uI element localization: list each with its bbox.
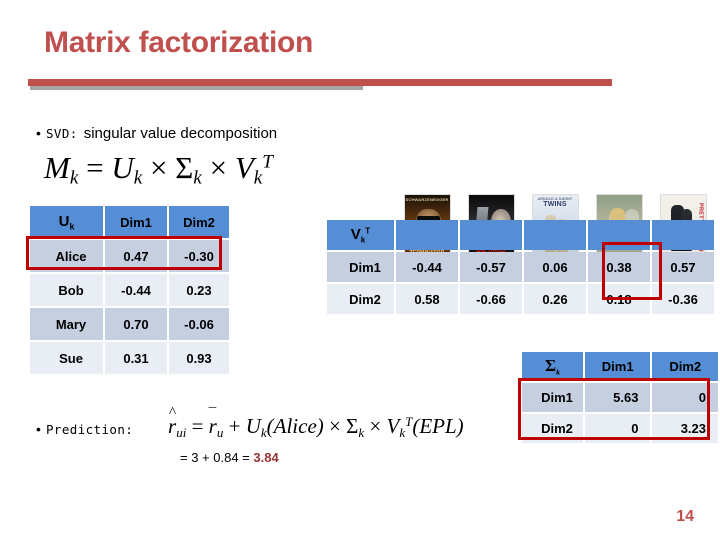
table-row: Mary 0.70 -0.06 xyxy=(30,308,229,340)
u-table-corner-base: U xyxy=(58,212,70,230)
u-table-header-dim2: Dim2 xyxy=(169,206,229,238)
svd-formula-u: U xyxy=(111,150,134,185)
title-underline-rule xyxy=(28,79,612,86)
u-cell-bob-dim2: 0.23 xyxy=(186,282,212,298)
u-row-label-sue: Sue xyxy=(59,350,83,366)
bullet-prediction-keyword: Prediction: xyxy=(46,422,134,437)
u-cell-sue-dim2: 0.93 xyxy=(186,350,212,366)
v-table-corner-base: V xyxy=(350,225,361,243)
title-underline-shadow xyxy=(30,86,363,90)
sigma-table-corner-sub: k xyxy=(556,367,560,377)
u-table-header-dim1: Dim1 xyxy=(105,206,167,238)
prediction-times-2: × xyxy=(369,414,382,439)
svd-formula-v-sup: T xyxy=(262,151,273,173)
prediction-sigma: Σ xyxy=(346,414,359,439)
v-cell-dim1-c2: -0.57 xyxy=(476,259,506,275)
v-table-corner-sub: k xyxy=(360,235,366,245)
u-table-corner-header: Uk xyxy=(30,206,103,238)
svd-formula-sigma: Σ xyxy=(175,150,194,185)
v-row-label-dim1: Dim1 xyxy=(349,259,381,275)
sigma-table-corner-header: Σk xyxy=(522,352,583,381)
prediction-result-prefix: = 3 + 0.84 = xyxy=(180,450,254,465)
bullet-prediction: • Prediction: xyxy=(36,422,139,437)
svd-formula-v-sub: k xyxy=(253,167,263,189)
prediction-sigma-sub: k xyxy=(358,424,365,440)
u-cell-sue-dim1: 0.31 xyxy=(123,350,149,366)
u-row-label-mary: Mary xyxy=(55,316,87,332)
svd-formula-u-sub: k xyxy=(133,167,143,189)
prediction-formula: ^ rui = ¯ ru + Uk(Alice) × Σk × VkT(EPL) xyxy=(168,405,464,441)
prediction-times-1: × xyxy=(329,414,341,439)
prediction-rbar: ¯ r xyxy=(208,406,217,439)
u-cell-bob-dim1: -0.44 xyxy=(121,282,151,298)
prediction-v: V xyxy=(386,414,400,439)
prediction-equals: = xyxy=(191,414,204,439)
prediction-rhat-sub: ui xyxy=(176,424,187,440)
prediction-result: = 3 + 0.84 = 3.84 xyxy=(180,450,279,465)
highlight-box-epl-column xyxy=(602,242,662,300)
u-row-label-bob: Bob xyxy=(58,282,84,298)
highlight-box-sigma-matrix xyxy=(518,378,710,440)
u-table-header-row: Uk Dim1 Dim2 xyxy=(30,206,229,238)
prediction-rbar-sub: u xyxy=(216,424,224,440)
v-table-header-poster-2 xyxy=(460,220,522,250)
svd-formula-v: V xyxy=(234,150,254,185)
v-cell-dim2-c3: 0.26 xyxy=(542,291,568,307)
page-number: 14 xyxy=(676,508,694,525)
prediction-plus: + xyxy=(228,414,241,439)
v-cell-dim1-c3: 0.06 xyxy=(542,259,568,275)
svd-formula-times-1: × xyxy=(150,150,168,185)
prediction-v-arg: (EPL) xyxy=(412,414,464,439)
prediction-u: U xyxy=(245,414,261,439)
bullet-marker-icon: • xyxy=(36,421,41,437)
twins-title-top: TWINS xyxy=(543,201,567,208)
u-cell-mary-dim2: -0.06 xyxy=(184,316,214,332)
bullet-svd-text: singular value decomposition xyxy=(83,125,278,142)
sigma-table-header-dim1: Dim1 xyxy=(584,352,651,381)
bullet-marker-icon: • xyxy=(36,125,41,141)
v-cell-dim2-c1: 0.58 xyxy=(414,291,440,307)
svd-formula-times-2: × xyxy=(209,150,228,185)
u-matrix-table: Uk Dim1 Dim2 Alice 0.47 -0.30 Bob -0.44 … xyxy=(28,204,231,376)
page-title: Matrix factorization xyxy=(44,26,314,59)
u-cell-mary-dim1: 0.70 xyxy=(123,316,149,332)
v-table-corner-sup: T xyxy=(365,226,371,236)
table-row: Bob -0.44 0.23 xyxy=(30,274,229,306)
v-row-label-dim2: Dim2 xyxy=(349,291,381,307)
highlight-box-alice-row xyxy=(26,236,222,270)
terminator-title-top: SCHWARZENEGGER xyxy=(405,197,449,202)
svd-formula-sigma-sub: k xyxy=(193,167,202,189)
prediction-result-value: 3.84 xyxy=(253,450,279,465)
table-row: Sue 0.31 0.93 xyxy=(30,342,229,374)
v-table-header-poster-3 xyxy=(524,220,586,250)
svd-formula-equals: = xyxy=(86,150,104,185)
v-table-header-poster-1 xyxy=(396,220,458,250)
bullet-svd: • SVD: singular value decomposition xyxy=(36,125,277,142)
svd-formula: Mk = Uk × Σk × VkT xyxy=(44,150,273,189)
prediction-u-arg: (Alice) xyxy=(266,414,324,439)
svd-formula-m-sub: k xyxy=(69,167,79,189)
v-cell-dim1-c1: -0.44 xyxy=(412,259,442,275)
prediction-rhat: ^ r xyxy=(168,405,177,439)
sigma-table-corner-base: Σ xyxy=(544,356,557,376)
v-table-corner-header: VkT xyxy=(327,220,394,250)
sigma-table-header-row: Σk Dim1 Dim2 xyxy=(522,352,718,381)
bullet-svd-keyword: SVD: xyxy=(46,126,78,141)
svd-formula-m: M xyxy=(44,150,70,185)
v-cell-dim2-c2: -0.66 xyxy=(476,291,506,307)
u-table-corner-sub: k xyxy=(69,221,75,232)
sigma-table-header-dim2: Dim2 xyxy=(652,352,718,381)
